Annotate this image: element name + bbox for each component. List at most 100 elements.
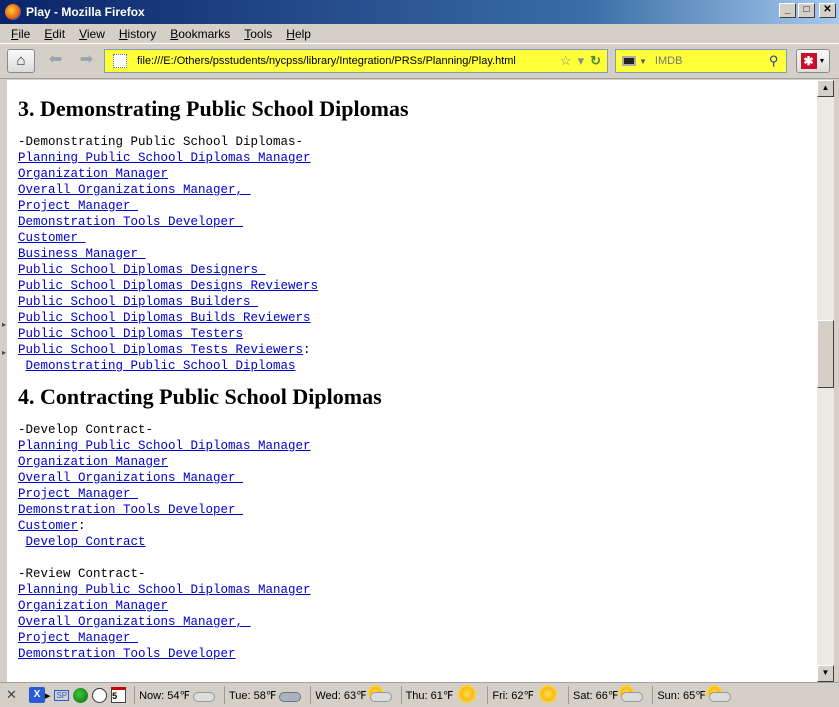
history-dropdown-icon[interactable]: ▾ xyxy=(578,53,585,69)
forward-button[interactable]: ➡ xyxy=(71,49,102,73)
role-link[interactable]: Customer xyxy=(18,519,78,533)
chevron-down-icon[interactable]: ▼ xyxy=(639,57,647,66)
back-forward-group: ⬅ ➡ xyxy=(40,49,102,73)
role-link[interactable]: Organization Manager xyxy=(18,167,168,181)
role-line: Business Manager xyxy=(18,246,808,262)
role-link[interactable]: Demonstration Tools Developer xyxy=(18,503,243,517)
back-button[interactable]: ⬅ xyxy=(40,49,71,73)
menu-label-rest: ookmarks xyxy=(178,26,231,41)
role-link[interactable]: Public School Diplomas Designs Reviewers xyxy=(18,279,318,293)
role-link[interactable]: Public School Diplomas Tests Reviewers xyxy=(18,343,303,357)
weather-day[interactable]: Wed: 63℉ xyxy=(315,687,392,703)
role-link[interactable]: Organization Manager xyxy=(18,455,168,469)
role-line: Project Manager xyxy=(18,198,808,214)
role-link[interactable]: Public School Diplomas Designers xyxy=(18,263,266,277)
role-link[interactable]: Public School Diplomas Builds Reviewers xyxy=(18,311,311,325)
minimize-button[interactable]: _ xyxy=(779,3,796,18)
role-link[interactable]: Project Manager xyxy=(18,487,138,501)
weather-day[interactable]: Tue: 58℉ xyxy=(229,687,302,703)
sun-shape xyxy=(460,687,475,701)
search-bar: ▼ ⚲ xyxy=(615,49,787,73)
sun-weather-icon xyxy=(455,687,479,703)
menu-bookmarks[interactable]: Bookmarks xyxy=(163,27,237,41)
url-text[interactable]: file:///E:/Others/psstudents/nycpss/libr… xyxy=(137,55,560,67)
weather-label: Sat: 66℉ xyxy=(573,689,619,702)
weather-day[interactable]: Now: 54℉ xyxy=(139,687,216,703)
menu-help[interactable]: Help xyxy=(279,27,318,41)
role-link[interactable]: Overall Organizations Manager, xyxy=(18,615,251,629)
role-link[interactable]: Planning Public School Diplomas Manager xyxy=(18,439,311,453)
role-line: Overall Organizations Manager, xyxy=(18,182,808,198)
reload-icon[interactable]: ↻ xyxy=(590,53,601,69)
group-gap xyxy=(18,550,808,566)
role-link[interactable]: Public School Diplomas Testers xyxy=(18,327,243,341)
weather-day[interactable]: Sat: 66℉ xyxy=(573,687,644,703)
menu-tools[interactable]: Tools xyxy=(237,27,279,41)
weather-day[interactable]: Sun: 65℉ xyxy=(657,687,731,703)
weather-label: Now: 54℉ xyxy=(139,689,190,702)
menu-edit[interactable]: Edit xyxy=(37,27,72,41)
menu-file[interactable]: File xyxy=(4,27,37,41)
addon-x-button[interactable]: X ▸ xyxy=(28,687,50,703)
action-line: Develop Contract xyxy=(18,534,808,550)
group-label: -Develop Contract- xyxy=(18,423,154,437)
weather-day[interactable]: Thu: 61℉ xyxy=(406,687,480,703)
close-button[interactable]: ✕ xyxy=(819,3,836,18)
role-link[interactable]: Organization Manager xyxy=(18,599,168,613)
role-link[interactable]: Customer xyxy=(18,231,86,245)
role-line: Demonstration Tools Developer xyxy=(18,502,808,518)
role-link[interactable]: Business Manager xyxy=(18,247,146,261)
address-bar[interactable]: file:///E:/Others/psstudents/nycpss/libr… xyxy=(104,49,608,73)
page-icon xyxy=(113,54,127,68)
menu-view[interactable]: View xyxy=(72,27,112,41)
role-link[interactable]: Overall Organizations Manager xyxy=(18,471,243,485)
window-title: Play - Mozilla Firefox xyxy=(26,5,145,19)
weather-label: Wed: 63℉ xyxy=(315,689,367,702)
weather-label: Thu: 61℉ xyxy=(405,689,454,702)
close-addon-bar-icon[interactable]: ✕ xyxy=(6,687,17,703)
calendar-icon[interactable]: 5 xyxy=(111,687,127,703)
sun-weather-icon xyxy=(536,687,560,703)
group-label: -Demonstrating Public School Diplomas- xyxy=(18,135,304,149)
clock-icon[interactable] xyxy=(92,687,108,703)
magnifier-icon[interactable]: ⚲ xyxy=(769,53,779,69)
star-icon[interactable]: ☆ xyxy=(560,53,572,69)
role-link[interactable]: Demonstration Tools Developer xyxy=(18,215,243,229)
document: 3. Demonstrating Public School Diplomas -… xyxy=(18,94,808,662)
role-line: Public School Diplomas Builders xyxy=(18,294,808,310)
role-line: Planning Public School Diplomas Manager xyxy=(18,438,808,454)
sidebar-grip[interactable]: ▸ ▸ xyxy=(0,80,7,682)
window-titlebar: Play - Mozilla Firefox _ □ ✕ xyxy=(0,0,839,24)
window-controls: _ □ ✕ xyxy=(779,3,836,18)
action-link[interactable]: Develop Contract xyxy=(26,535,146,549)
cloud-weather-icon xyxy=(192,687,216,703)
vertical-scrollbar[interactable]: ▲ ▼ xyxy=(817,80,834,682)
role-link[interactable]: Planning Public School Diplomas Manager xyxy=(18,583,311,597)
scroll-up-button[interactable]: ▲ xyxy=(817,80,834,97)
section-heading: 4. Contracting Public School Diplomas xyxy=(18,384,382,409)
menu-label-rest: elp xyxy=(294,26,311,41)
search-engine-icon[interactable] xyxy=(622,56,636,66)
weather-day[interactable]: Fri: 62℉ xyxy=(492,687,560,703)
role-link[interactable]: Project Manager xyxy=(18,199,138,213)
status-separator xyxy=(652,686,654,704)
scroll-thumb[interactable] xyxy=(817,320,834,388)
scroll-down-button[interactable]: ▼ xyxy=(817,665,834,682)
menu-label-rest: ile xyxy=(18,26,31,41)
role-line: Planning Public School Diplomas Manager xyxy=(18,150,808,166)
role-link[interactable]: Project Manager xyxy=(18,631,138,645)
action-link[interactable]: Demonstrating Public School Diplomas xyxy=(26,359,296,373)
search-input[interactable] xyxy=(654,55,765,67)
sp-badge[interactable]: SP xyxy=(54,689,70,701)
menu-history[interactable]: History xyxy=(112,27,163,41)
addon-button[interactable]: ✱ ▼ xyxy=(796,49,830,73)
role-link[interactable]: Demonstration Tools Developer xyxy=(18,647,236,661)
globe-icon[interactable] xyxy=(73,687,89,703)
role-link[interactable]: Overall Organizations Manager, xyxy=(18,183,251,197)
home-button[interactable]: ⌂ xyxy=(7,49,35,73)
status-separator xyxy=(134,686,136,704)
maximize-button[interactable]: □ xyxy=(798,3,815,18)
role-link[interactable]: Planning Public School Diplomas Manager xyxy=(18,151,311,165)
page-content: 3. Demonstrating Public School Diplomas -… xyxy=(7,80,817,682)
role-link[interactable]: Public School Diplomas Builders xyxy=(18,295,258,309)
